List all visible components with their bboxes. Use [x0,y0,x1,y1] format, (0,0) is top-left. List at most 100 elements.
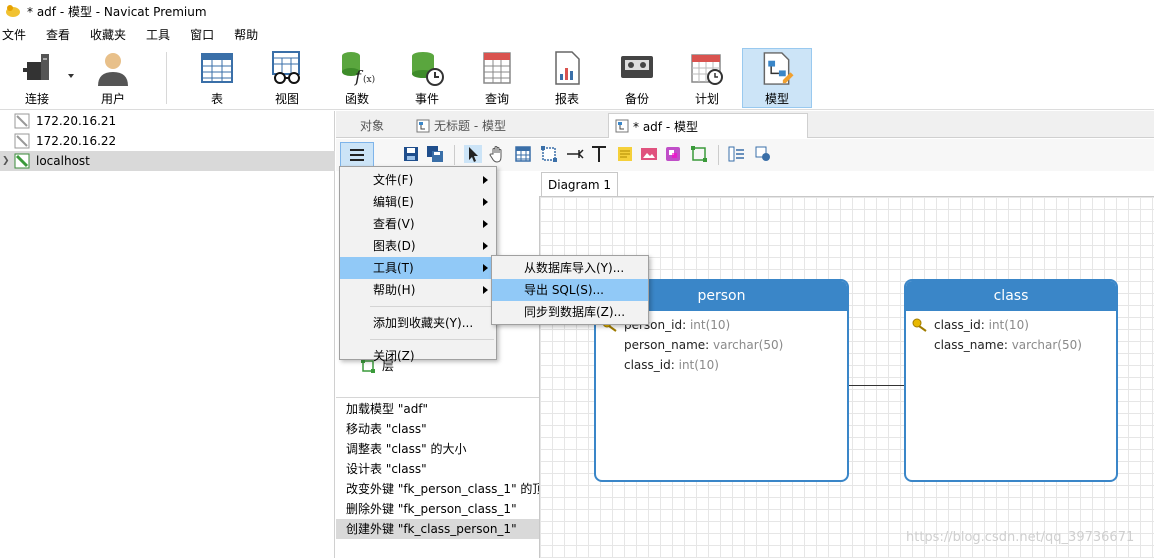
report-label: 报表 [554,92,579,106]
table-button[interactable]: 表 [182,48,252,108]
query-label: 查询 [484,92,509,106]
entity-field[interactable]: class_id: int(10) [596,355,847,375]
function-button[interactable]: f (x) 函数 [322,48,392,108]
field-type: varchar(50) [1011,338,1082,352]
history-item[interactable]: 加载模型 "adf" [336,399,539,419]
auto-layout-icon[interactable] [728,145,746,163]
connection-item[interactable]: 172.20.16.21 [0,111,335,131]
schedule-button[interactable]: 计划 [672,48,742,108]
history-item[interactable]: 设计表 "class" [336,459,539,479]
model-tab-icon [615,119,629,133]
entity-field[interactable]: class_name: varchar(50) [906,335,1116,355]
tab-untitled-model[interactable]: 无标题 - 模型 [410,113,608,138]
view-button[interactable]: 视图 [252,48,322,108]
connection-name: 172.20.16.21 [36,114,117,128]
field-name: class_name [934,338,1004,352]
menu-window[interactable]: 窗口 [188,26,227,43]
menu-item-close[interactable]: 关闭(Z) [340,345,496,367]
query-button[interactable]: 查询 [462,48,532,108]
toolbar-separator [166,52,167,104]
note-icon[interactable] [616,145,634,163]
save-icon[interactable] [402,145,420,163]
connection-icon [23,54,49,80]
menu-item-edit[interactable]: 编辑(E) [340,191,496,213]
connection-item[interactable]: 172.20.16.22 [0,131,335,151]
connection-tree: 172.20.16.21 172.20.16.22 ❯ localhost [0,111,335,558]
menu-favorites[interactable]: 收藏夹 [88,26,139,43]
hamburger-line [350,149,364,151]
schedule-label: 计划 [694,92,719,106]
history-item[interactable]: 删除外键 "fk_person_class_1" [336,499,539,519]
function-label: 函数 [344,92,369,106]
tab-objects-label: 对象 [360,119,385,133]
foreign-key-icon[interactable] [566,145,584,163]
report-icon [555,51,580,85]
menu-item-label: 查看(V) [373,217,415,231]
hamburger-line [350,159,364,161]
expand-arrow-icon[interactable]: ❯ [2,156,10,166]
entity-field[interactable]: person_name: varchar(50) [596,335,847,355]
relationship-line[interactable] [848,385,905,386]
diagram-settings-icon[interactable] [754,145,772,163]
pointer-icon[interactable] [464,145,482,163]
menu-item-export-sql[interactable]: 导出 SQL(S)... [492,279,648,301]
connection-item-selected[interactable]: ❯ localhost [0,151,335,171]
menu-tools[interactable]: 工具 [144,26,183,43]
menu-file[interactable]: 文件 [0,26,39,43]
backup-button[interactable]: 备份 [602,48,672,108]
menu-item-add-favorite[interactable]: 添加到收藏夹(Y)... [340,312,496,334]
history-item[interactable]: 移动表 "class" [336,419,539,439]
menu-view[interactable]: 查看 [44,26,83,43]
menu-help[interactable]: 帮助 [232,26,271,43]
user-button[interactable]: 用户 [78,48,148,108]
menu-separator [370,339,494,340]
history-item[interactable]: 改变外键 "fk_person_class_1" 的顶 [336,479,539,499]
menu-item-sync-to-db[interactable]: 同步到数据库(Z)... [492,301,648,323]
entity-header[interactable]: class [906,281,1116,311]
field-type: int(10) [689,318,731,332]
field-type: varchar(50) [713,338,784,352]
new-view-icon[interactable] [540,145,558,163]
report-button[interactable]: 报表 [532,48,602,108]
tab-diagram-1[interactable]: Diagram 1 [541,172,618,197]
layer-icon[interactable] [690,145,708,163]
image-icon[interactable] [640,145,658,163]
diagram-tab-label: Diagram 1 [548,178,611,192]
connection-label: 连接 [24,92,49,106]
menu-item-tools[interactable]: 工具(T) [340,257,496,279]
shape-icon[interactable] [664,145,682,163]
connection-dropdown-icon[interactable] [68,74,74,78]
save-as-icon[interactable] [426,145,444,163]
entity-class[interactable]: class class_id: int(10) class_name: varc… [904,279,1118,482]
event-icon [412,52,444,86]
history-item-selected[interactable]: 创建外键 "fk_class_person_1" [336,519,539,539]
tab-current-model[interactable]: * adf - 模型 [608,113,808,138]
main-menu-button[interactable] [340,142,374,168]
menu-item-view[interactable]: 查看(V) [340,213,496,235]
hand-icon[interactable] [488,145,506,163]
function-icon: f (x) [342,52,375,86]
history-item[interactable]: 调整表 "class" 的大小 [336,439,539,459]
text-label-icon[interactable] [590,145,608,163]
tab-current-label: * adf - 模型 [633,119,698,134]
model-main-menu: 文件(F) 编辑(E) 查看(V) 图表(D) 工具(T) 帮助(H) 添加到收… [339,166,497,363]
mysql-connection-active-icon [14,153,30,169]
field-type: int(10) [988,318,1029,332]
user-label: 用户 [100,92,125,106]
submenu-arrow-icon [483,198,488,206]
model-icon [763,52,794,85]
menu-item-help[interactable]: 帮助(H) [340,279,496,301]
menu-item-diagram[interactable]: 图表(D) [340,235,496,257]
model-button[interactable]: 模型 [742,48,812,108]
event-button[interactable]: 事件 [392,48,462,108]
submenu-arrow-icon [483,264,488,272]
new-table-icon[interactable] [514,145,532,163]
main-toolbar: 连接 用户 表 视图 f (x) 函数 事件 查询 报表 备份 计划 模型 [0,46,1154,110]
menu-item-file[interactable]: 文件(F) [340,169,496,191]
connection-button[interactable]: 连接 [2,48,72,108]
menu-item-import-from-db[interactable]: 从数据库导入(Y)... [492,257,648,279]
menu-item-label: 文件(F) [373,173,414,187]
submenu-arrow-icon [483,220,488,228]
svg-text:(x): (x) [363,74,375,85]
entity-field[interactable]: class_id: int(10) [906,315,1116,335]
